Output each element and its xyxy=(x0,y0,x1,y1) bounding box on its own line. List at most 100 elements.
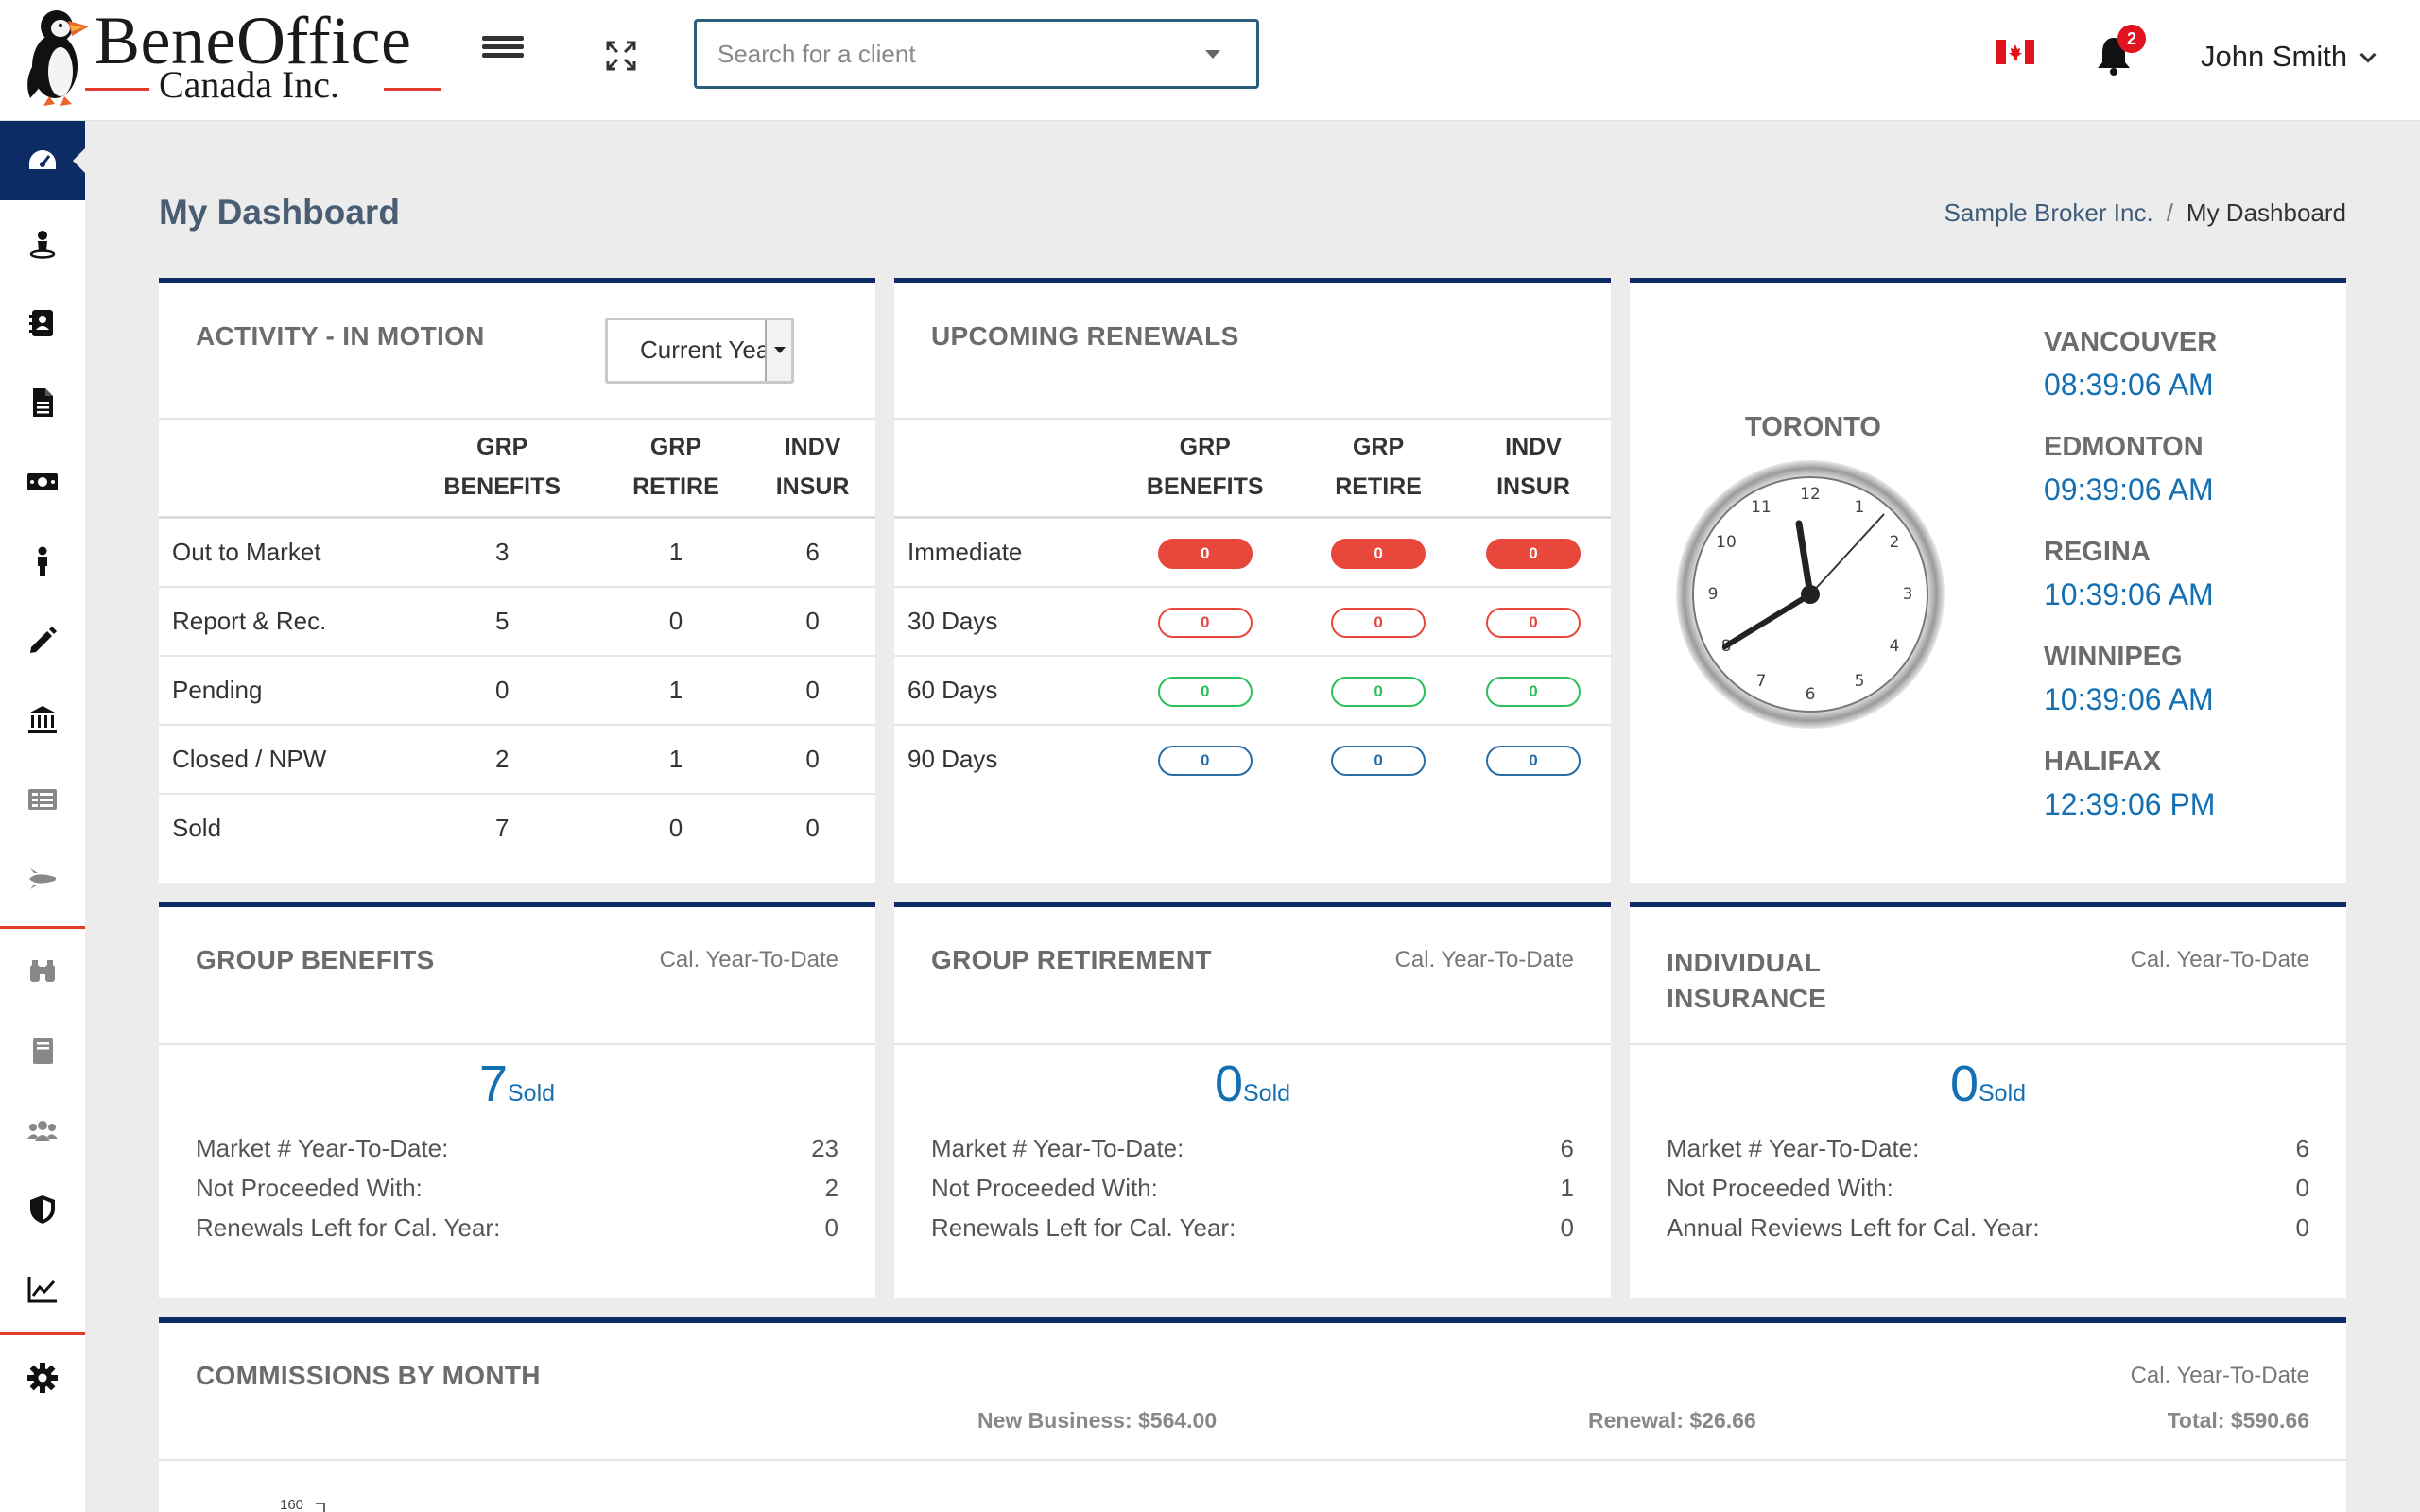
svg-text:6: 6 xyxy=(1806,685,1816,704)
cell: 6 xyxy=(750,517,875,588)
renewal-count-badge[interactable]: 0 xyxy=(1331,676,1426,707)
user-name: John Smith xyxy=(2201,40,2348,73)
sidebar-item-prospecting[interactable] xyxy=(0,932,85,1011)
user-menu[interactable]: John Smith xyxy=(2201,40,2377,74)
pencil-icon xyxy=(30,627,57,653)
renewal-count-badge[interactable]: 0 xyxy=(1157,607,1253,638)
city-time: 08:39:06 AM xyxy=(2044,368,2214,402)
hamburger-bar xyxy=(482,36,524,41)
breadcrumb-current: My Dashboard xyxy=(2186,198,2346,227)
chart-axis-tick-label: 160 xyxy=(280,1497,304,1512)
sidebar-item-documents[interactable] xyxy=(0,363,85,442)
client-search[interactable] xyxy=(694,19,1259,89)
users-icon xyxy=(27,1121,58,1141)
sidebar-item-contacts[interactable] xyxy=(0,284,85,363)
commissions-card: COMMISSIONS BY MONTH Cal. Year-To-Date N… xyxy=(159,1317,2346,1512)
svg-text:3: 3 xyxy=(1903,585,1913,604)
table-row[interactable]: Pending 0 1 0 xyxy=(159,655,875,726)
city-clock: REGINA 10:39:06 AM xyxy=(2044,537,2214,612)
cell: 0 xyxy=(750,724,875,795)
row-label: 90 Days xyxy=(908,745,998,773)
person-icon xyxy=(38,546,47,576)
dashboard-icon xyxy=(29,150,56,169)
period-select[interactable]: Current Year xyxy=(605,318,794,384)
renewal-count-badge[interactable]: 0 xyxy=(1486,676,1582,707)
activity-table: GRP BENEFITS GRP RETIRE INDV INSUR Out to M… xyxy=(159,421,875,863)
svg-text:7: 7 xyxy=(1756,672,1767,691)
sidebar-item-analytics[interactable] xyxy=(0,1249,85,1329)
sidebar-item-clients[interactable] xyxy=(0,204,85,284)
table-row[interactable]: Closed / NPW 2 1 0 xyxy=(159,724,875,795)
sidebar-item-edit[interactable] xyxy=(0,601,85,680)
renewal-count-badge[interactable]: 0 xyxy=(1331,538,1426,569)
cell: 0 xyxy=(805,814,820,842)
logo[interactable]: BeneOffice Canada Inc. xyxy=(9,0,441,121)
cell: 0 xyxy=(668,814,683,842)
svg-text:5: 5 xyxy=(1855,672,1865,691)
svg-text:9: 9 xyxy=(1708,585,1719,604)
sidebar-divider xyxy=(0,926,85,929)
cell: 1 xyxy=(601,724,751,795)
table-row: 30 Days 0 0 0 xyxy=(894,586,1611,657)
main-clock-city: TORONTO xyxy=(1745,412,1881,442)
sold-count[interactable]: 0Sold xyxy=(1630,1055,2346,1113)
sidebar-item-settings[interactable] xyxy=(0,1338,85,1418)
sidebar-item-security[interactable] xyxy=(0,1170,85,1249)
column-header: INDV INSUR xyxy=(750,421,875,519)
table-row[interactable]: Out to Market 3 1 6 xyxy=(159,517,875,588)
sold-count[interactable]: 0Sold xyxy=(894,1055,1611,1113)
renewal-count-badge[interactable]: 0 xyxy=(1331,746,1426,776)
svg-text:10: 10 xyxy=(1716,533,1737,552)
sidebar-item-launch[interactable] xyxy=(0,839,85,919)
renewal-count-badge[interactable]: 0 xyxy=(1157,538,1253,569)
city-clock: WINNIPEG 10:39:06 AM xyxy=(2044,642,2214,717)
sidebar-item-carriers[interactable] xyxy=(0,680,85,760)
divider xyxy=(1630,1043,2346,1045)
stat-row: Annual Reviews Left for Cal. Year: 0 xyxy=(1667,1213,2309,1242)
sidebar-item-dashboard[interactable] xyxy=(0,121,86,200)
logo-line-right xyxy=(384,88,441,91)
client-search-input[interactable] xyxy=(717,33,1190,75)
document-icon xyxy=(33,388,53,417)
notifications-button[interactable]: 2 xyxy=(2095,25,2146,76)
menu-toggle-button[interactable] xyxy=(482,32,524,74)
commissions-title: COMMISSIONS BY MONTH xyxy=(196,1361,541,1390)
city-clock: HALIFAX 12:39:06 PM xyxy=(2044,747,2215,822)
column-header: INDV INSUR xyxy=(1456,421,1611,519)
renewal-count-badge[interactable]: 0 xyxy=(1486,538,1582,569)
sold-count[interactable]: 7Sold xyxy=(159,1055,875,1113)
hamburger-bar xyxy=(482,53,524,58)
cell: 1 xyxy=(601,655,751,726)
activity-title: ACTIVITY - IN MOTION xyxy=(196,321,485,351)
row-label: 30 Days xyxy=(894,586,1110,657)
breadcrumb-link-broker[interactable]: Sample Broker Inc. xyxy=(1945,198,2153,227)
sidebar-item-users[interactable] xyxy=(0,1091,85,1170)
chevron-down-icon[interactable] xyxy=(1205,50,1220,59)
table-row[interactable]: Sold 7 0 0 xyxy=(159,794,875,863)
renewal-count-badge[interactable]: 0 xyxy=(1157,746,1253,776)
cell: 3 xyxy=(402,517,602,588)
chevron-down-icon[interactable] xyxy=(765,320,791,381)
activity-card: ACTIVITY - IN MOTION Current Year GRP BEN… xyxy=(159,278,875,883)
fullscreen-button[interactable] xyxy=(605,40,637,72)
renewal-count-badge[interactable]: 0 xyxy=(1331,607,1426,638)
individual-insurance-card: INDIVIDUAL INSURANCE Cal. Year-To-Date 0… xyxy=(1630,902,2346,1298)
city-clock: VANCOUVER 08:39:06 AM xyxy=(2044,327,2217,403)
renewals-table: GRP BENEFITS GRP RETIRE INDV INSUR Immediat… xyxy=(894,421,1611,794)
renewal-count-badge[interactable]: 0 xyxy=(1486,746,1582,776)
column-header: GRP BENEFITS xyxy=(1109,421,1302,519)
table-row[interactable]: Report & Rec. 5 0 0 xyxy=(159,586,875,657)
canada-flag-icon[interactable] xyxy=(1996,40,2034,64)
summary-period: Cal. Year-To-Date xyxy=(1394,947,1574,972)
city-name: WINNIPEG xyxy=(2044,642,2183,672)
renewal-count-badge[interactable]: 0 xyxy=(1486,607,1582,638)
table-row: Immediate 0 0 0 xyxy=(894,517,1611,588)
page-title: My Dashboard xyxy=(159,193,400,232)
stat-row: Market # Year-To-Date: 6 xyxy=(1667,1134,2309,1162)
sidebar-item-commissions[interactable] xyxy=(0,442,85,522)
svg-text:1: 1 xyxy=(1855,498,1865,517)
sidebar-item-library[interactable] xyxy=(0,1011,85,1091)
sidebar-item-individuals[interactable] xyxy=(0,522,85,601)
sidebar-item-reports[interactable] xyxy=(0,760,85,839)
renewal-count-badge[interactable]: 0 xyxy=(1157,676,1253,707)
